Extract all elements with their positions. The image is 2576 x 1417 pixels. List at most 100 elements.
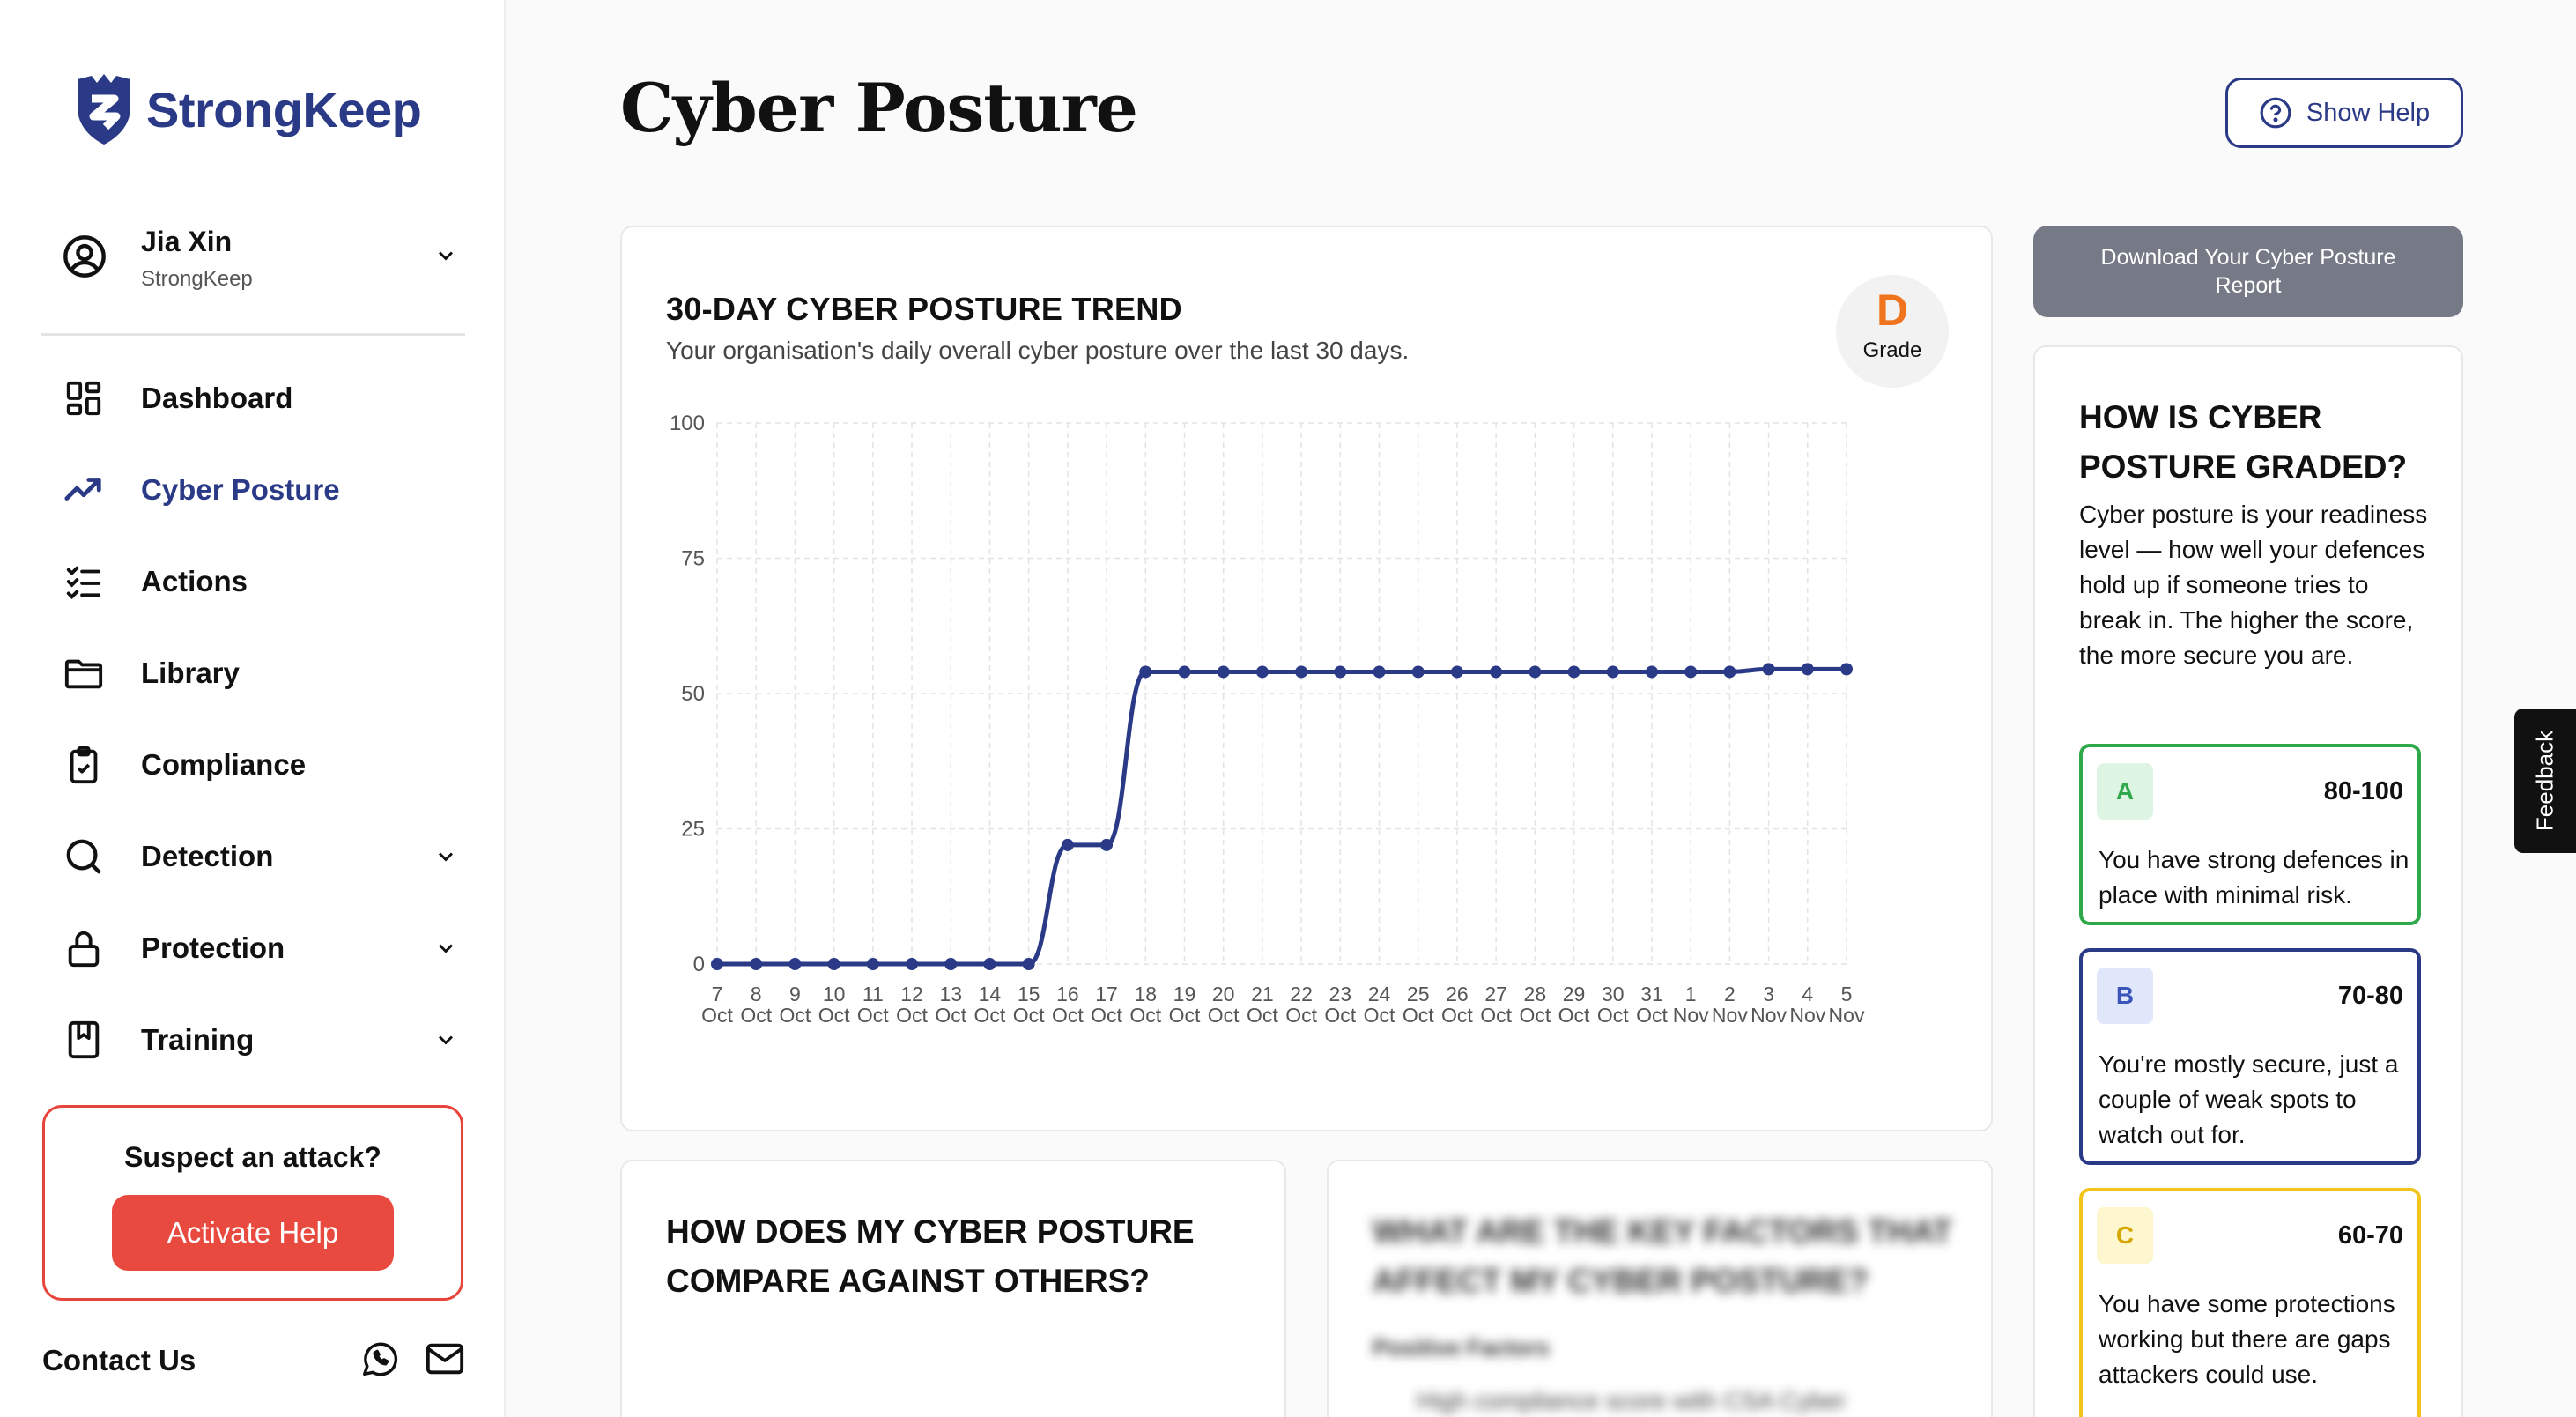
x-tick-label-day: 8 xyxy=(751,983,762,1005)
x-tick-label-month: Nov xyxy=(1789,1004,1825,1027)
factors-item: High compliance score with CSA Cyber xyxy=(1417,1387,1847,1414)
chevron-down-icon[interactable] xyxy=(433,936,458,965)
feedback-label: Feedback xyxy=(2531,730,2558,832)
x-tick-label-month: Oct xyxy=(1519,1004,1551,1027)
activate-help-button[interactable]: Activate Help xyxy=(112,1195,394,1271)
user-org: StrongKeep xyxy=(141,266,253,291)
x-tick-label-month: Oct xyxy=(1285,1004,1317,1027)
dashboard-icon xyxy=(62,376,106,420)
data-point xyxy=(1490,665,1503,679)
x-tick-label-month: Oct xyxy=(1247,1004,1278,1027)
x-tick-label-month: Nov xyxy=(1829,1004,1865,1027)
sidebar-item-label: Compliance xyxy=(141,748,307,781)
compare-card: HOW DOES MY CYBER POSTURE COMPARE AGAINS… xyxy=(620,1160,1286,1417)
x-tick-label-month: Oct xyxy=(1129,1004,1161,1027)
x-tick-label-month: Oct xyxy=(935,1004,966,1027)
data-point xyxy=(1100,838,1114,851)
chevron-down-icon[interactable] xyxy=(433,243,458,272)
grading-text: Cyber posture is your readiness level — … xyxy=(2079,501,2428,669)
x-tick-label-month: Oct xyxy=(1636,1004,1668,1027)
x-tick-label-day: 28 xyxy=(1524,983,1547,1005)
x-tick-label-day: 1 xyxy=(1685,983,1697,1005)
factors-card: WHAT ARE THE KEY FACTORS THAT AFFECT MY … xyxy=(1327,1160,1993,1417)
x-tick-label-day: 20 xyxy=(1212,983,1235,1005)
chevron-down-icon[interactable] xyxy=(433,1028,458,1057)
x-tick-label-day: 25 xyxy=(1407,983,1430,1005)
sidebar-item-label: Dashboard xyxy=(141,382,293,414)
page-title: Cyber Posture xyxy=(620,69,1138,147)
data-point xyxy=(1411,665,1425,679)
data-point xyxy=(711,958,723,970)
tier-badge: C xyxy=(2097,1207,2153,1264)
download-report-button[interactable]: Download Your Cyber Posture Report xyxy=(2033,226,2463,317)
lock-icon xyxy=(62,926,106,970)
sidebar-item-cyber-posture[interactable]: Cyber Posture xyxy=(62,462,467,518)
checklist-icon xyxy=(62,560,106,604)
data-point xyxy=(1840,663,1853,676)
chevron-down-icon[interactable] xyxy=(433,844,458,873)
x-tick-label-day: 16 xyxy=(1056,983,1079,1005)
x-tick-label-day: 22 xyxy=(1290,983,1313,1005)
x-tick-label-month: Oct xyxy=(896,1004,928,1027)
x-tick-label-month: Oct xyxy=(857,1004,889,1027)
tier-card-a: A 80-100 You have strong defences in pla… xyxy=(2079,744,2421,925)
x-tick-label-month: Oct xyxy=(780,1004,811,1027)
trend-card: 30-DAY CYBER POSTURE TREND Your organisa… xyxy=(620,226,1993,1131)
x-tick-label-month: Oct xyxy=(1052,1004,1084,1027)
sidebar-item-library[interactable]: Library xyxy=(62,645,467,701)
sidebar-item-training[interactable]: Training xyxy=(62,1012,467,1068)
sidebar-item-actions[interactable]: Actions xyxy=(62,553,467,610)
y-tick-label: 75 xyxy=(681,547,705,571)
trend-icon xyxy=(62,468,106,512)
x-tick-label-day: 2 xyxy=(1724,983,1736,1005)
data-point xyxy=(1334,665,1347,679)
x-tick-label-month: Oct xyxy=(1558,1004,1590,1027)
bookmark-icon xyxy=(62,1018,106,1062)
x-tick-label-day: 18 xyxy=(1134,983,1157,1005)
whatsapp-icon[interactable] xyxy=(359,1339,400,1384)
x-tick-label-day: 24 xyxy=(1368,983,1391,1005)
data-point xyxy=(1684,665,1698,679)
factors-title: WHAT ARE THE KEY FACTORS THAT AFFECT MY … xyxy=(1373,1213,1952,1299)
x-tick-label-day: 4 xyxy=(1802,983,1813,1005)
contact-section: Contact Us xyxy=(42,1332,465,1389)
user-menu[interactable]: Jia Xin StrongKeep xyxy=(62,226,458,291)
x-tick-label-month: Oct xyxy=(1403,1004,1434,1027)
brand-logo[interactable]: StrongKeep xyxy=(74,72,422,146)
shield-logo-icon xyxy=(78,74,130,145)
sidebar-divider xyxy=(41,333,465,336)
data-point xyxy=(1373,665,1386,679)
x-tick-label-day: 5 xyxy=(1841,983,1853,1005)
user-name: Jia Xin xyxy=(141,225,233,257)
grading-card: HOW IS CYBER POSTURE GRADED? Cyber postu… xyxy=(2033,345,2463,1417)
x-tick-label-month: Oct xyxy=(740,1004,772,1027)
x-tick-label-month: Oct xyxy=(1169,1004,1201,1027)
tier-desc: You're mostly secure, just a couple of w… xyxy=(2099,1050,2399,1148)
x-tick-label-day: 13 xyxy=(939,983,962,1005)
show-help-button[interactable]: Show Help xyxy=(2225,78,2463,148)
data-point xyxy=(788,958,802,970)
tier-range: 60-70 xyxy=(2337,1221,2403,1250)
data-point xyxy=(1762,663,1775,676)
x-tick-label-day: 14 xyxy=(979,983,1002,1005)
x-tick-label-day: 11 xyxy=(862,983,884,1005)
sidebar-item-compliance[interactable]: Compliance xyxy=(62,737,467,793)
mail-icon[interactable] xyxy=(425,1339,465,1384)
x-tick-label-day: 17 xyxy=(1095,983,1118,1005)
feedback-tab[interactable]: Feedback xyxy=(2514,708,2576,853)
sidebar-item-label: Cyber Posture xyxy=(141,473,340,506)
sidebar-item-protection[interactable]: Protection xyxy=(62,920,467,976)
grading-title: HOW IS CYBER POSTURE GRADED? xyxy=(2079,399,2408,485)
sidebar-item-detection[interactable]: Detection xyxy=(62,828,467,885)
sidebar-item-dashboard[interactable]: Dashboard xyxy=(62,370,467,427)
x-tick-label-month: Oct xyxy=(1208,1004,1240,1027)
compare-title: HOW DOES MY CYBER POSTURE COMPARE AGAINS… xyxy=(666,1213,1195,1299)
data-point xyxy=(1529,665,1542,679)
x-tick-label-month: Oct xyxy=(1597,1004,1629,1027)
data-point xyxy=(906,958,919,970)
data-point xyxy=(750,958,763,970)
data-point xyxy=(1645,665,1658,679)
data-point xyxy=(866,958,879,970)
sidebar-item-label: Protection xyxy=(141,931,285,964)
data-point xyxy=(1567,665,1580,679)
